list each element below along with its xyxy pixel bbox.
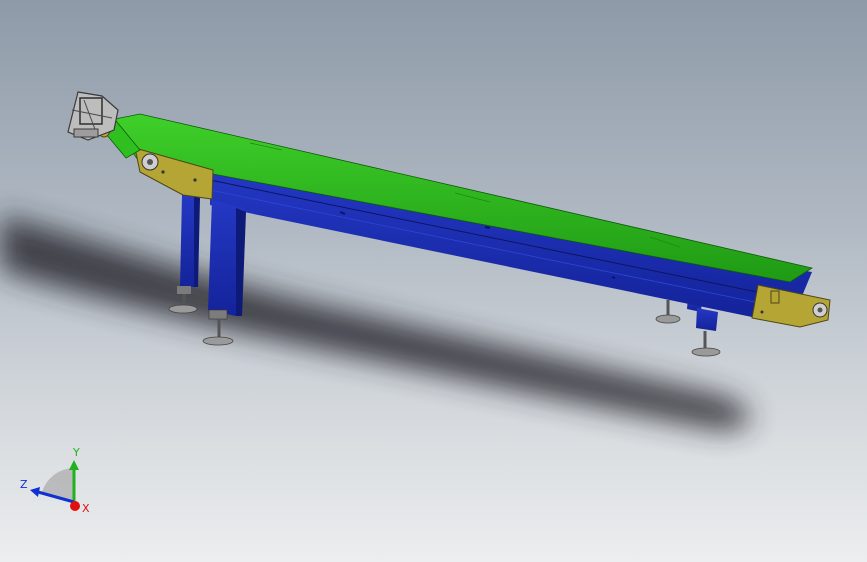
conveyor-model[interactable] xyxy=(0,0,867,562)
x-axis-origin xyxy=(70,501,80,511)
graphics-viewport[interactable]: Y Z X xyxy=(0,0,867,562)
orientation-triad[interactable]: Y Z X xyxy=(14,440,94,520)
leg-front-right[interactable] xyxy=(691,308,721,357)
x-axis-label: X xyxy=(82,502,90,515)
y-axis-label: Y xyxy=(72,446,80,459)
z-axis-label: Z xyxy=(20,478,28,491)
y-axis-arrow xyxy=(69,460,79,470)
z-axis-arrow xyxy=(30,487,40,497)
